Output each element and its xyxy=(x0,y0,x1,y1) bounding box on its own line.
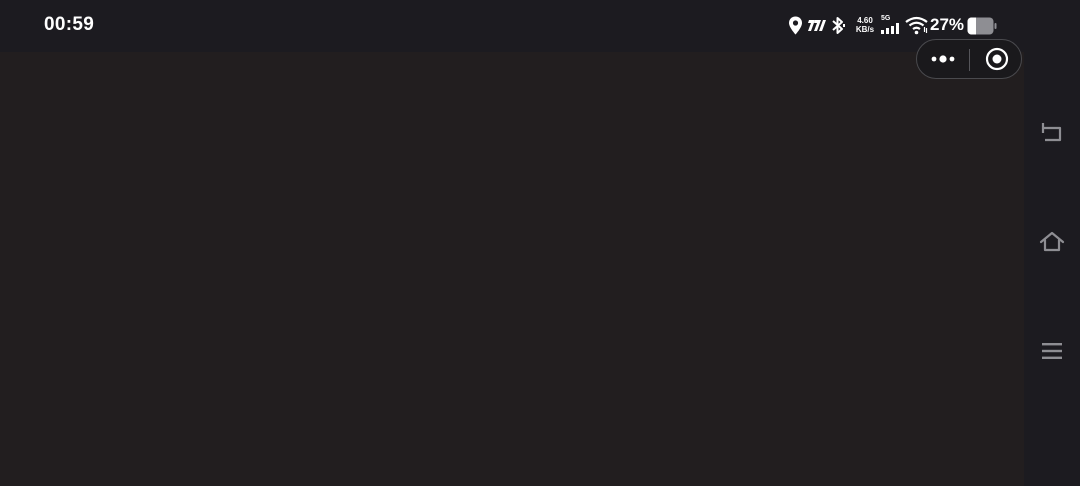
signal-label: 5G xyxy=(881,15,891,22)
menu-button[interactable] xyxy=(1038,337,1066,365)
net-speed: 4.60 KB/s xyxy=(853,16,877,34)
net-speed-value: 4.60 xyxy=(857,16,873,25)
home-button[interactable] xyxy=(1038,228,1066,256)
menu-icon xyxy=(1042,343,1062,359)
back-icon xyxy=(1041,123,1062,142)
home-icon xyxy=(1039,231,1065,252)
close-target-icon xyxy=(985,47,1009,71)
navigation-bar xyxy=(1024,52,1080,486)
net-speed-unit: KB/s xyxy=(855,25,875,34)
battery-percent: 27% xyxy=(930,15,965,34)
location-icon xyxy=(789,16,802,35)
mini-program-capsule xyxy=(916,39,1022,79)
app-content-area xyxy=(0,52,1024,486)
wifi-icon xyxy=(905,16,928,35)
battery-icon xyxy=(967,17,997,35)
status-time: 00:59 xyxy=(44,14,95,35)
bluetooth-icon xyxy=(832,17,845,34)
close-button[interactable] xyxy=(970,40,1021,78)
back-button[interactable] xyxy=(1038,120,1066,148)
more-icon xyxy=(931,55,955,63)
signal-icon xyxy=(881,23,899,34)
more-button[interactable] xyxy=(917,40,969,78)
carrier-icon xyxy=(808,20,826,31)
